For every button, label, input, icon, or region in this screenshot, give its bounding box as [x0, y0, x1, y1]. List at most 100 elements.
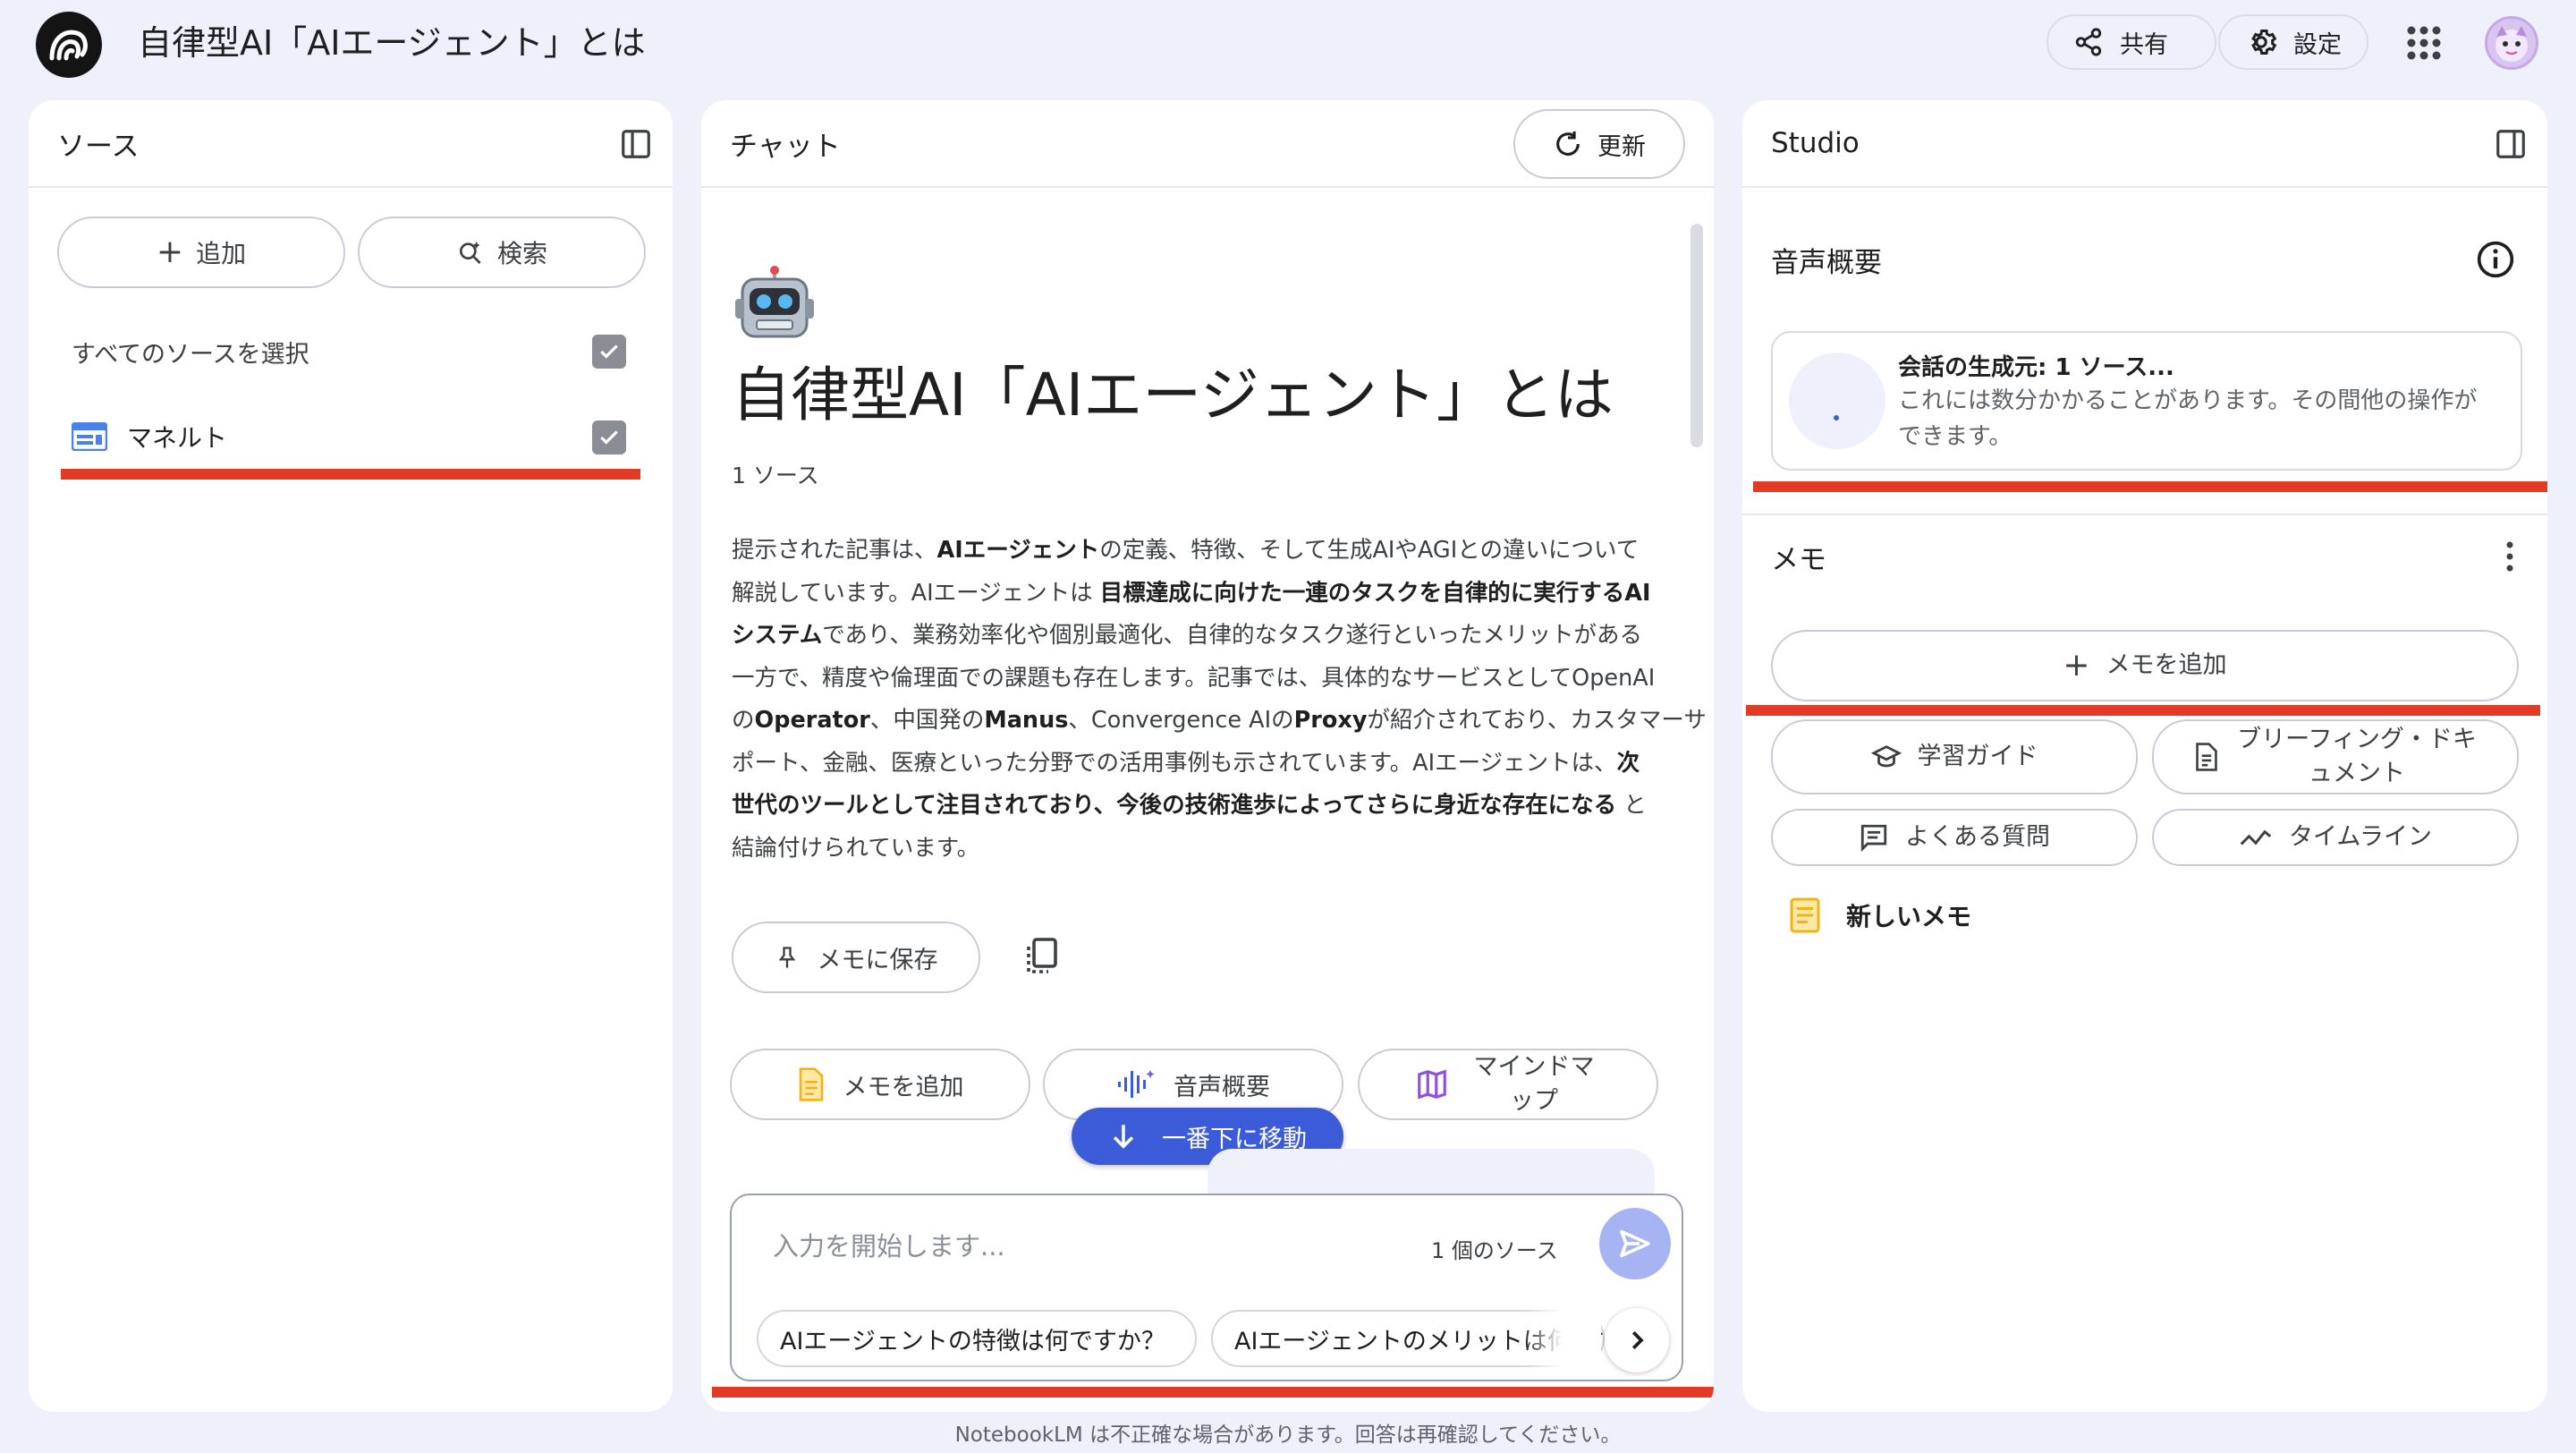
audio-generating-card: 会話の生成元: 1 ソース... これには数分かかることがあります。その間他の操…	[1771, 331, 2522, 471]
plus-icon: +	[156, 234, 184, 270]
plus-icon: +	[2063, 647, 2090, 684]
add-memo-button[interactable]: + メモを追加	[1771, 630, 2519, 701]
save-memo-label: メモに保存	[817, 946, 938, 974]
share-button[interactable]: 共有	[2046, 14, 2216, 70]
summary-line: 一方で、精度や倫理面での課題も存在します。記事では、具体的なサービスとしてOpe…	[732, 658, 1689, 701]
search-source-label: 検索	[496, 239, 547, 268]
audio-wave-icon	[1118, 1070, 1155, 1098]
summary-line: 世代のツールとして注目されており、今後の技術進歩によってさらに身近な存在になる …	[732, 785, 1689, 828]
generating-title: 会話の生成元: 1 ソース...	[1898, 354, 2174, 381]
copy-icon[interactable]	[1023, 936, 1059, 977]
input-source-count: 1 個のソース	[1431, 1238, 1558, 1263]
summary-text-segment: の	[732, 707, 755, 734]
sources-header: ソース	[29, 100, 673, 188]
document-title: 自律型AI「AIエージェント」とは	[732, 361, 1614, 429]
summary-bold-text: Manus	[984, 707, 1069, 734]
add-source-label: 追加	[196, 239, 247, 268]
summary-bold-text: AIエージェント	[936, 537, 1100, 564]
study-guide-label: 学習ガイド	[1917, 743, 2038, 770]
select-all-checkbox[interactable]	[592, 335, 626, 369]
summary-text-segment: ポート、金融、医療といった分野での活用事例も示されています。AIエージェントは、	[732, 749, 1617, 777]
briefing-doc-button[interactable]: ブリーフィング・ドキュメント	[2152, 719, 2519, 794]
add-memo-label: メモを追加	[2106, 651, 2227, 679]
apps-grid-icon[interactable]	[2404, 23, 2444, 63]
settings-button[interactable]: 設定	[2218, 14, 2368, 70]
settings-label: 設定	[2293, 30, 2342, 59]
more-vert-icon[interactable]	[2504, 540, 2515, 573]
disclaimer-text: NotebookLM は不正確な場合があります。回答は再確認してください。	[954, 1423, 1622, 1447]
notebook-title[interactable]: 自律型AI「AIエージェント」とは	[138, 21, 646, 64]
timeline-button[interactable]: タイムライン	[2152, 809, 2519, 866]
memo-item[interactable]: 新しいメモ	[1789, 896, 1971, 934]
summary-bold-text: 目標達成に向けた一連のタスクを自律的に実行するAI	[1099, 579, 1651, 607]
refresh-label: 更新	[1597, 132, 1646, 161]
summary-bold-text: 次	[1616, 749, 1640, 777]
chat-panel: チャット 更新 自律型AI「AIエージェント」とは 1 ソース 提示された記事は…	[701, 100, 1714, 1412]
summary-text-segment: 、中国発の	[869, 707, 985, 734]
highlight-underline	[1746, 705, 2540, 716]
sources-panel: ソース + 追加 検索 すべてのソースを選択 マネルト	[29, 100, 673, 1412]
highlight-underline	[61, 469, 640, 480]
send-button[interactable]	[1599, 1208, 1671, 1279]
avatar[interactable]	[2485, 16, 2538, 70]
generating-desc: これには数分かかることがあります。その間他の操作ができます。	[1898, 387, 2478, 450]
source-item-checkbox[interactable]	[592, 421, 626, 455]
timeline-label: タイムライン	[2288, 823, 2433, 851]
mindmap-button[interactable]: マインドマップ	[1358, 1049, 1658, 1120]
summary-text-segment: 、Convergence AIの	[1068, 707, 1294, 734]
summary-text-segment: が紹介されており、カスタマーサ	[1367, 707, 1707, 734]
chat-scrollbar[interactable]	[1690, 224, 1703, 447]
highlight-underline	[1753, 481, 2547, 492]
memo-title: メモ	[1771, 544, 1826, 576]
next-suggestions-button[interactable]	[1605, 1308, 1669, 1372]
timeline-icon	[2240, 829, 2272, 845]
summary-bold-text: システム	[732, 622, 823, 649]
mindmap-label: マインドマップ	[1473, 1053, 1595, 1115]
source-item[interactable]: マネルト	[72, 419, 227, 455]
summary-bold-text: Operator	[754, 707, 870, 734]
chat-header: チャット 更新	[701, 100, 1714, 188]
summary-line: 解説しています。AIエージェントは 目標達成に向けた一連のタスクを自律的に実行す…	[732, 573, 1689, 616]
studio-header: Studio	[1742, 100, 2547, 188]
refresh-icon	[1556, 131, 1580, 156]
graduation-cap-icon	[1870, 745, 1902, 768]
share-label: 共有	[2120, 30, 2168, 59]
summary-text: 提示された記事は、AIエージェントの定義、特徴、そして生成AIやAGIとの違いに…	[732, 530, 1707, 871]
studio-title: Studio	[1771, 127, 1860, 159]
collapse-panel-icon[interactable]	[2494, 127, 2528, 161]
chat-input[interactable]: 入力を開始します...	[773, 1226, 1005, 1263]
faq-label: よくある質問	[1905, 823, 2050, 851]
refresh-button[interactable]: 更新	[1513, 109, 1685, 179]
faq-button[interactable]: よくある質問	[1771, 809, 2138, 866]
chevron-right-icon	[1631, 1330, 1644, 1350]
study-guide-button[interactable]: 学習ガイド	[1771, 719, 2138, 794]
note-icon	[1790, 897, 1820, 933]
summary-text-segment: であり、業務効率化や個別最適化、自律的なタスク遂行といったメリットがある	[822, 622, 1642, 649]
summary-bold-text: Proxy	[1293, 707, 1368, 734]
search-source-button[interactable]: 検索	[358, 217, 646, 288]
pin-icon	[778, 947, 795, 968]
summary-line: 結論付けられています。	[732, 828, 1689, 871]
loading-spinner	[1789, 353, 1885, 449]
briefing-doc-label: ブリーフィング・ドキュメント	[2237, 726, 2477, 787]
notebooklm-logo-icon[interactable]	[36, 12, 102, 78]
highlight-underline	[712, 1387, 1714, 1398]
robot-emoji-icon	[735, 266, 814, 338]
arrow-down-icon	[1113, 1125, 1134, 1149]
source-count: 1 ソース	[732, 463, 819, 489]
memo-item-label: 新しいメモ	[1846, 902, 1972, 931]
summary-text-segment: 一方で、精度や倫理面での課題も存在します。記事では、具体的なサービスとしてOpe…	[732, 664, 1656, 692]
map-icon	[1418, 1069, 1446, 1100]
collapse-panel-icon[interactable]	[619, 127, 653, 161]
web-source-icon	[72, 422, 107, 451]
sources-title: ソース	[57, 130, 140, 163]
add-source-button[interactable]: + 追加	[57, 217, 345, 288]
info-icon[interactable]	[2476, 240, 2515, 279]
suggestion-chip[interactable]: AIエージェントの特徴は何ですか？	[757, 1310, 1197, 1367]
studio-panel: Studio 音声概要 会話の生成元: 1 ソース... これには数分かかること…	[1742, 100, 2547, 1412]
summary-text-segment: 解説しています。AIエージェントは	[732, 579, 1100, 607]
save-memo-button[interactable]: メモに保存	[732, 922, 980, 993]
send-icon	[1620, 1229, 1650, 1258]
summary-text-segment: 結論付けられています。	[732, 834, 980, 862]
add-memo-chat-button[interactable]: メモを追加	[730, 1049, 1030, 1120]
